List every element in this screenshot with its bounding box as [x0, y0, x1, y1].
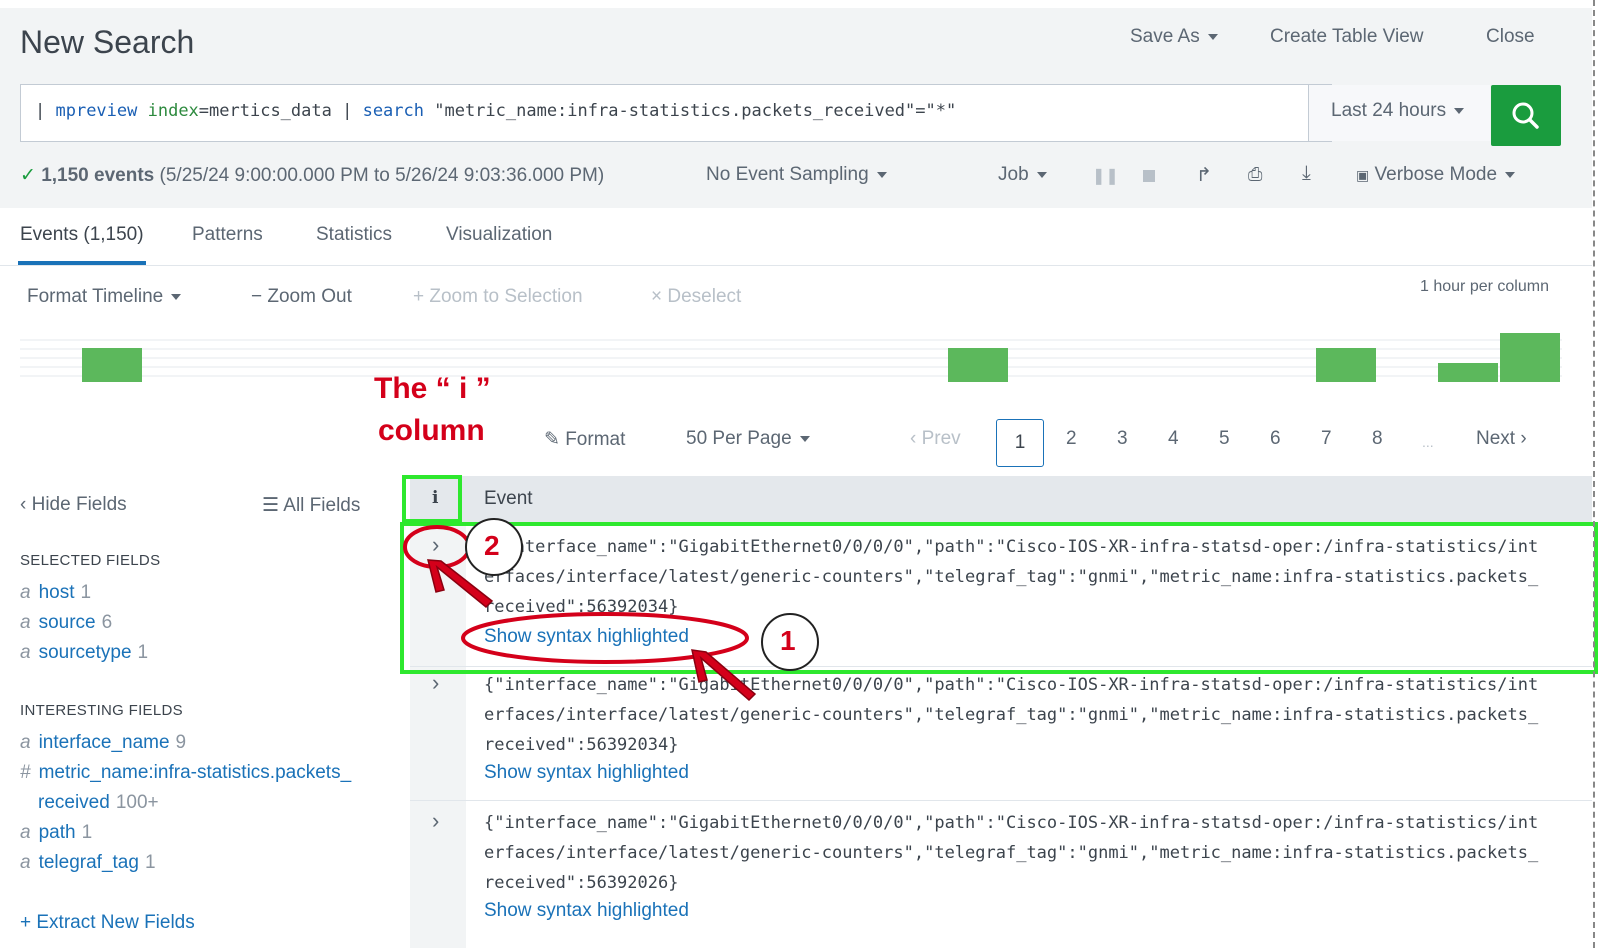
i-column-highlight — [402, 475, 462, 523]
marker-2-label: 2 — [484, 530, 500, 561]
annotation-overlay — [400, 475, 1598, 702]
crop-border — [1593, 0, 1595, 948]
marker-1-label: 1 — [780, 625, 796, 656]
splunk-search-page: New Search Save As Create Table View Clo… — [0, 0, 1600, 948]
first-event-highlight — [400, 522, 1598, 674]
arrow-to-show-syntax-icon — [691, 649, 757, 702]
